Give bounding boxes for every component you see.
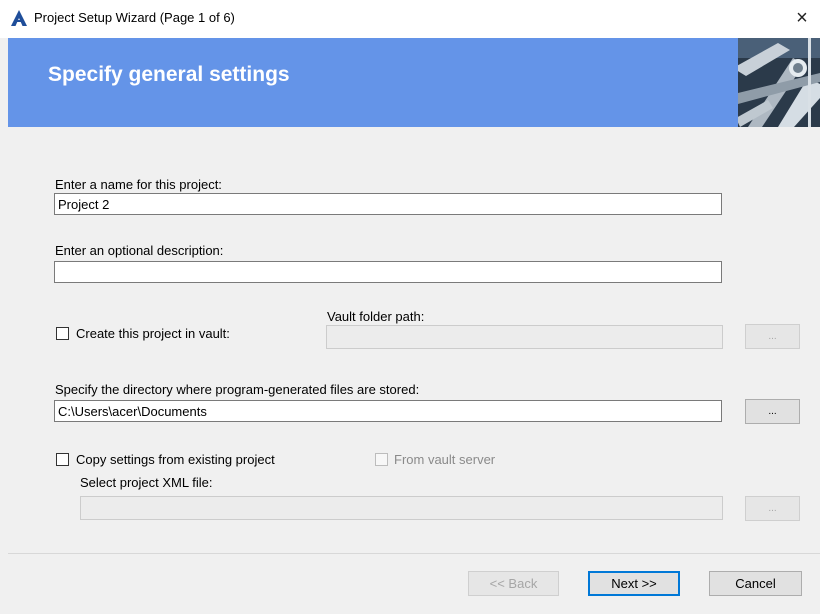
- project-name-label: Enter a name for this project:: [55, 177, 222, 192]
- description-input[interactable]: [54, 261, 722, 283]
- project-name-input[interactable]: [54, 193, 722, 215]
- page-heading: Specify general settings: [48, 63, 290, 86]
- from-vault-server-label: From vault server: [394, 452, 496, 467]
- create-in-vault-label[interactable]: Create this project in vault:: [76, 326, 230, 341]
- close-icon[interactable]: ×: [789, 6, 815, 32]
- vault-browse-button: ...: [745, 324, 800, 349]
- description-label: Enter an optional description:: [55, 243, 224, 258]
- next-button[interactable]: Next >>: [588, 571, 680, 596]
- footer-divider: [8, 553, 820, 554]
- autocad-app-icon: [11, 10, 27, 26]
- back-button: << Back: [468, 571, 559, 596]
- header-banner: Specify general settings: [8, 38, 820, 127]
- create-in-vault-checkbox[interactable]: [56, 327, 69, 340]
- xml-browse-button: ...: [745, 496, 800, 521]
- vault-folder-path-label: Vault folder path:: [327, 309, 425, 324]
- copy-settings-checkbox[interactable]: [56, 453, 69, 466]
- pipes-image: [738, 38, 820, 127]
- vault-folder-path-input: [326, 325, 723, 349]
- from-vault-server-checkbox: [375, 453, 388, 466]
- directory-input[interactable]: [54, 400, 722, 422]
- directory-label: Specify the directory where program-gene…: [55, 382, 420, 397]
- copy-settings-label[interactable]: Copy settings from existing project: [76, 452, 275, 467]
- xml-file-input: [80, 496, 723, 520]
- window-title: Project Setup Wizard (Page 1 of 6): [34, 10, 235, 25]
- xml-file-label: Select project XML file:: [80, 475, 213, 490]
- cancel-button[interactable]: Cancel: [709, 571, 802, 596]
- directory-browse-button[interactable]: ...: [745, 399, 800, 424]
